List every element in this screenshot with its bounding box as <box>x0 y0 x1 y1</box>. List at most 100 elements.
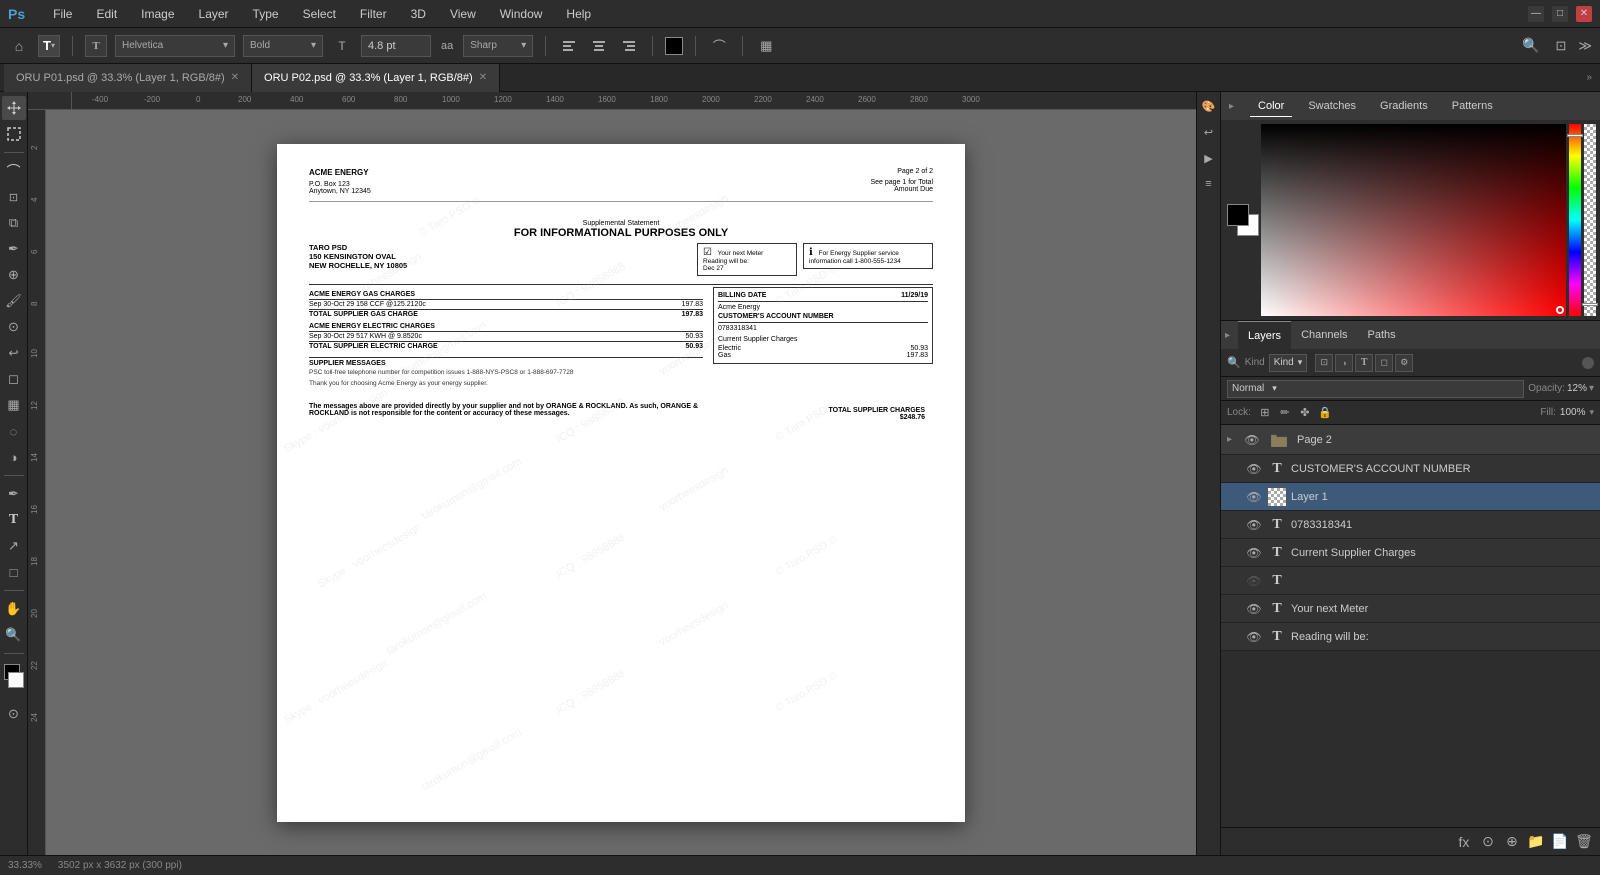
home-icon[interactable]: ⌂ <box>8 35 30 57</box>
layers-tab[interactable]: Layers <box>1238 321 1291 349</box>
tab-oru-p02-close[interactable]: ✕ <box>479 72 487 83</box>
background-color[interactable] <box>8 672 24 688</box>
filter-pixel-button[interactable]: ⊡ <box>1315 354 1333 372</box>
menu-select[interactable]: Select <box>299 5 340 23</box>
layer-item-current-charges[interactable]: 👁 T Current Supplier Charges <box>1221 539 1600 567</box>
swatches-tab[interactable]: Swatches <box>1300 96 1364 116</box>
channels-tab[interactable]: Channels <box>1291 321 1357 349</box>
aa-method-dropdown[interactable]: Sharp▾ <box>463 35 533 57</box>
character-panels-button[interactable]: ▦ <box>755 35 777 57</box>
menu-view[interactable]: View <box>446 5 480 23</box>
search-icon[interactable]: 🔍 <box>1522 37 1539 54</box>
layer-vis-5[interactable]: 👁 <box>1245 600 1263 618</box>
layers-panel-collapse[interactable]: ▸ <box>1225 330 1230 341</box>
marquee-tool[interactable] <box>2 122 26 146</box>
layer-vis-4[interactable]: 👁 <box>1245 572 1263 590</box>
font-size-input[interactable]: 4.8 pt <box>361 35 431 57</box>
layer-vis-2[interactable]: 👁 <box>1245 516 1263 534</box>
layer-vis-6[interactable]: 👁 <box>1245 628 1263 646</box>
fill-dropdown[interactable]: ▾ <box>1589 407 1594 418</box>
filter-toggle[interactable] <box>1582 357 1594 369</box>
hand-tool[interactable]: ✋ <box>2 597 26 621</box>
layout-icon[interactable]: ⊡ <box>1555 38 1566 54</box>
eyedropper-tool[interactable]: ✒ <box>2 237 26 261</box>
filter-shape-button[interactable]: ◻ <box>1375 354 1393 372</box>
align-left-button[interactable] <box>558 35 580 57</box>
path-select-tool[interactable]: ↗ <box>2 534 26 558</box>
move-tool[interactable] <box>2 96 26 120</box>
layer-vis-1[interactable]: 👁 <box>1245 488 1263 506</box>
fill-value[interactable]: 100% <box>1560 407 1586 418</box>
filter-smart-button[interactable]: ⚙ <box>1395 354 1413 372</box>
layer-item-account-number[interactable]: 👁 T CUSTOMER'S ACCOUNT NUMBER <box>1221 455 1600 483</box>
color-sampler-icon[interactable]: 🎨 <box>1199 96 1219 116</box>
align-right-button[interactable] <box>618 35 640 57</box>
layer-vis-3[interactable]: 👁 <box>1245 544 1263 562</box>
type-tool[interactable]: T <box>2 508 26 532</box>
canvas-main[interactable]: © Taro PSD © voorheesdesign Skype : voor… <box>46 110 1196 855</box>
new-layer-button[interactable]: 📄 <box>1550 832 1570 852</box>
lock-artboard-button[interactable]: 🔒 <box>1317 405 1333 421</box>
healing-tool[interactable]: ⊕ <box>2 263 26 287</box>
layer-item-next-meter[interactable]: 👁 T Your next Meter <box>1221 595 1600 623</box>
add-mask-button[interactable]: ⊙ <box>1478 832 1498 852</box>
lasso-tool[interactable]: ⌒ <box>2 159 26 183</box>
gradients-tab[interactable]: Gradients <box>1372 96 1436 116</box>
layer-item-reading[interactable]: 👁 T Reading will be: <box>1221 623 1600 651</box>
object-select-tool[interactable]: ⊡ <box>2 185 26 209</box>
new-group-button[interactable]: 📁 <box>1526 832 1546 852</box>
layer-item-empty-text[interactable]: 👁 T <box>1221 567 1600 595</box>
properties-icon[interactable]: ≡ <box>1199 174 1219 194</box>
layers-list[interactable]: ▸ 👁 Page 2 👁 T <box>1221 425 1600 827</box>
add-style-button[interactable]: fx <box>1454 832 1474 852</box>
hue-slider[interactable] <box>1569 124 1581 316</box>
filter-kind-dropdown[interactable]: Kind▾ <box>1269 354 1308 372</box>
zoom-tool[interactable]: 🔍 <box>2 623 26 647</box>
paths-tab[interactable]: Paths <box>1358 321 1406 349</box>
warp-text-button[interactable]: ⌒ <box>708 35 730 57</box>
crop-tool[interactable]: ⧉ <box>2 211 26 235</box>
dodge-tool[interactable]: ◑ <box>2 445 26 469</box>
char-options-icon[interactable]: T <box>85 35 107 57</box>
clone-tool[interactable]: ⊙ <box>2 315 26 339</box>
blend-mode-dropdown[interactable]: Normal▾ <box>1227 380 1524 398</box>
menu-image[interactable]: Image <box>137 5 178 23</box>
group-visibility[interactable]: 👁 <box>1243 431 1261 449</box>
gradient-tool[interactable]: ▦ <box>2 393 26 417</box>
filter-adjust-button[interactable]: ◑ <box>1335 354 1353 372</box>
delete-layer-button[interactable]: 🗑 <box>1574 832 1594 852</box>
font-family-dropdown[interactable]: Helvetica▾ <box>115 35 235 57</box>
text-color-swatch[interactable] <box>665 37 683 55</box>
lock-pixels-button[interactable]: ✏ <box>1277 405 1293 421</box>
maximize-button[interactable]: □ <box>1552 6 1568 22</box>
close-button[interactable]: ✕ <box>1576 6 1592 22</box>
brush-tool[interactable]: 🖌 <box>2 289 26 313</box>
eraser-tool[interactable]: ◻ <box>2 367 26 391</box>
patterns-tab[interactable]: Patterns <box>1444 96 1501 116</box>
foreground-swatch[interactable] <box>1227 204 1249 226</box>
type-tool-icon[interactable]: T ▾ <box>38 35 60 57</box>
pen-tool[interactable]: ✒ <box>2 482 26 506</box>
filter-search-icon[interactable]: 🔍 <box>1227 356 1241 369</box>
menu-file[interactable]: File <box>49 5 76 23</box>
color-swatches[interactable] <box>2 664 26 692</box>
font-style-dropdown[interactable]: Bold▾ <box>243 35 323 57</box>
color-gradient-area[interactable] <box>1261 124 1566 316</box>
layer-group-page2-header[interactable]: ▸ 👁 Page 2 <box>1221 425 1600 455</box>
menu-type[interactable]: Type <box>249 5 283 23</box>
layer-vis-0[interactable]: 👁 <box>1245 460 1263 478</box>
new-fill-button[interactable]: ⊕ <box>1502 832 1522 852</box>
tab-oru-p01-close[interactable]: ✕ <box>231 72 239 83</box>
menu-help[interactable]: Help <box>562 5 595 23</box>
more-icon[interactable]: ≫ <box>1578 38 1592 54</box>
history-brush-tool[interactable]: ↩ <box>2 341 26 365</box>
quick-mask-button[interactable]: ⊙ <box>2 702 26 726</box>
color-panel-collapse[interactable]: ▸ <box>1229 101 1234 112</box>
menu-window[interactable]: Window <box>496 5 547 23</box>
layer-item-layer1[interactable]: 👁 Layer 1 <box>1221 483 1600 511</box>
align-center-button[interactable] <box>588 35 610 57</box>
history-icon[interactable]: ↩ <box>1199 122 1219 142</box>
color-picker[interactable] <box>1221 120 1600 320</box>
opacity-dropdown[interactable]: ▾ <box>1589 383 1594 394</box>
tab-collapse-arrow[interactable]: » <box>1586 72 1592 83</box>
